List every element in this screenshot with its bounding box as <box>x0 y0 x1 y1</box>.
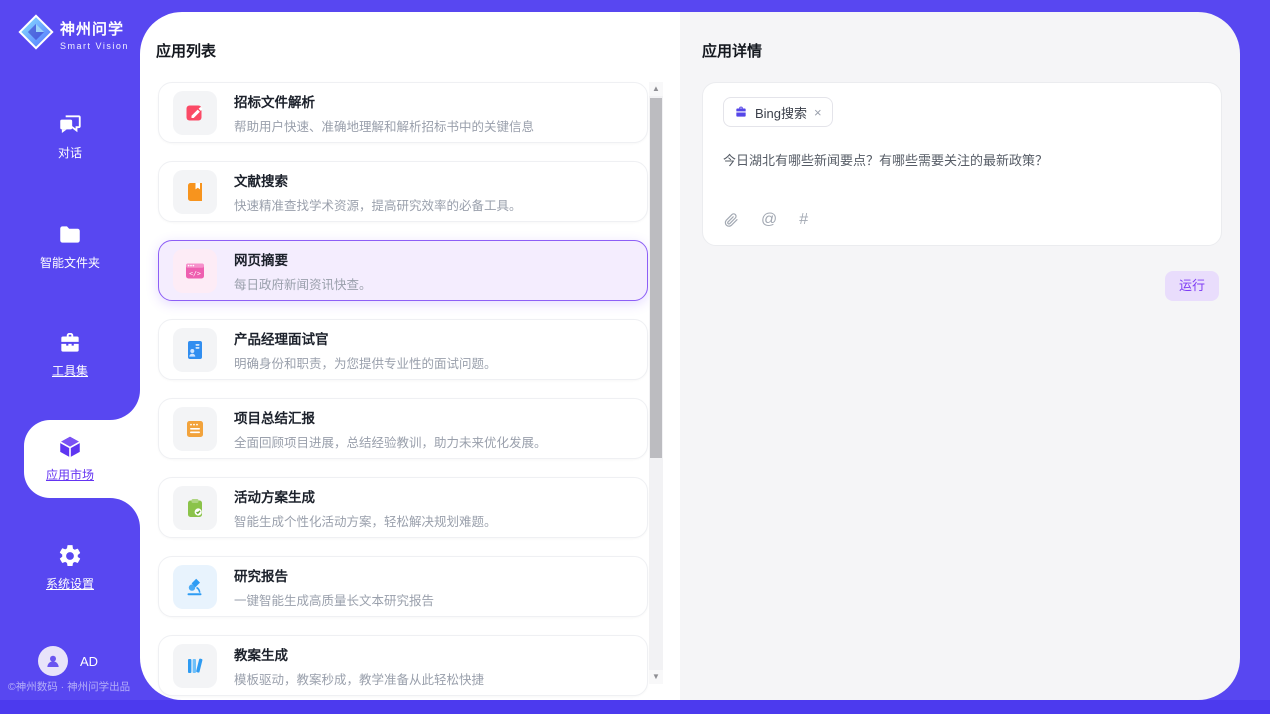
scrollbar-down-arrow[interactable]: ▼ <box>649 670 663 684</box>
query-text-input[interactable]: 今日湖北有哪些新闻要点？有哪些需要关注的最新政策？ <box>723 151 1201 171</box>
content-area: 应用列表 招标文件解析 帮助用户快速、准确地理解和解析招标书中的关键信息 <box>140 12 1240 700</box>
at-icon[interactable]: @ <box>761 211 777 229</box>
scrollbar[interactable]: ▲ ▼ <box>649 82 663 684</box>
app-card-literature-search[interactable]: 文献搜索 快速精准查找学术资源，提高研究效率的必备工具。 <box>158 161 648 222</box>
app-name: 文献搜索 <box>234 170 522 190</box>
resume-person-icon <box>173 328 217 372</box>
sidebar-item-label: 智能文件夹 <box>40 254 100 271</box>
app-desc: 帮助用户快速、准确地理解和解析招标书中的关键信息 <box>234 116 534 135</box>
app-detail-title: 应用详情 <box>702 40 762 61</box>
app-desc: 智能生成个性化活动方案，轻松解决规划难题。 <box>234 511 497 530</box>
sidebar-item-toolbox[interactable]: 工具集 <box>0 330 140 382</box>
app-card-event-plan[interactable]: 活动方案生成 智能生成个性化活动方案，轻松解决规划难题。 <box>158 477 648 538</box>
app-name: 项目总结汇报 <box>234 407 547 427</box>
brand-logo: 神州问学 Smart Vision <box>18 14 129 55</box>
microscope-icon <box>173 565 217 609</box>
tool-tag-label: Bing搜索 <box>755 103 807 122</box>
app-desc: 一键智能生成高质量长文本研究报告 <box>234 590 434 609</box>
sidebar-item-chat[interactable]: 对话 <box>0 112 140 164</box>
scrollbar-up-arrow[interactable]: ▲ <box>649 82 663 96</box>
app-card-lesson-plan[interactable]: 教案生成 模板驱动，教案秒成，教学准备从此轻松快捷 <box>158 635 648 696</box>
app-desc: 模板驱动，教案秒成，教学准备从此轻松快捷 <box>234 669 484 688</box>
app-desc: 快速精准查找学术资源，提高研究效率的必备工具。 <box>234 195 522 214</box>
sidebar-item-smart-folder[interactable]: 智能文件夹 <box>0 222 140 274</box>
sidebar: 神州问学 Smart Vision 对话 智能文件夹 工具集 应用市场 <box>0 0 140 714</box>
app-list-panel: 应用列表 招标文件解析 帮助用户快速、准确地理解和解析招标书中的关键信息 <box>140 12 680 700</box>
bubble-notch-top <box>110 390 140 420</box>
bubble-notch-bottom <box>110 498 140 528</box>
briefcase-icon <box>734 105 748 119</box>
cube-icon <box>57 434 83 460</box>
app-desc: 每日政府新闻资讯快查。 <box>234 274 372 293</box>
sidebar-item-settings[interactable]: 系统设置 <box>0 543 140 595</box>
sidebar-item-label: 系统设置 <box>46 575 94 592</box>
app-name: 研究报告 <box>234 565 434 585</box>
browser-code-icon: </> <box>173 249 217 293</box>
avatar <box>38 646 68 676</box>
paperclip-icon[interactable] <box>723 212 739 228</box>
app-name: 活动方案生成 <box>234 486 497 506</box>
app-name: 招标文件解析 <box>234 91 534 111</box>
app-list-title: 应用列表 <box>156 40 216 61</box>
app-card-list: 招标文件解析 帮助用户快速、准确地理解和解析招标书中的关键信息 文献搜索 快速精… <box>158 82 648 696</box>
composer-toolbar: @ # <box>723 211 808 229</box>
app-card-bid-document-analysis[interactable]: 招标文件解析 帮助用户快速、准确地理解和解析招标书中的关键信息 <box>158 82 648 143</box>
app-card-web-summary[interactable]: </> 网页摘要 每日政府新闻资讯快查。 <box>158 240 648 301</box>
chat-icon <box>57 112 83 138</box>
brand-name: 神州问学 <box>60 18 129 39</box>
folder-icon <box>57 222 83 248</box>
app-card-project-summary[interactable]: 项目总结汇报 全面回顾项目进展，总结经验教训，助力未来优化发展。 <box>158 398 648 459</box>
app-card-pm-interviewer[interactable]: 产品经理面试官 明确身份和职责，为您提供专业性的面试问题。 <box>158 319 648 380</box>
user-name: AD <box>80 654 98 669</box>
tool-tag-bing-search[interactable]: Bing搜索 × <box>723 97 833 127</box>
copyright-footer: ©神州数码 · 神州问学出品 <box>8 679 140 694</box>
app-desc: 全面回顾项目进展，总结经验教训，助力未来优化发展。 <box>234 432 547 451</box>
app-card-research-report[interactable]: 研究报告 一键智能生成高质量长文本研究报告 <box>158 556 648 617</box>
app-name: 产品经理面试官 <box>234 328 497 348</box>
bottom-frame-strip <box>0 700 1270 714</box>
hash-icon[interactable]: # <box>799 211 808 229</box>
app-detail-panel: 应用详情 Bing搜索 × 今日湖北有哪些新闻要点？有哪些需要关注的最新政策？ … <box>680 12 1240 700</box>
clipboard-check-icon <box>173 486 217 530</box>
brand-subtitle: Smart Vision <box>60 41 129 51</box>
app-name: 网页摘要 <box>234 249 372 269</box>
book-icon <box>173 170 217 214</box>
run-button[interactable]: 运行 <box>1165 271 1219 301</box>
user-account[interactable]: AD <box>38 646 98 676</box>
svg-text:</>: </> <box>189 269 201 277</box>
tag-close-icon[interactable]: × <box>814 106 822 119</box>
toolbox-icon <box>57 330 83 356</box>
books-icon <box>173 644 217 688</box>
pen-square-icon <box>173 91 217 135</box>
scrollbar-thumb[interactable] <box>650 98 662 458</box>
sidebar-item-app-market[interactable]: 应用市场 <box>0 434 140 486</box>
sidebar-item-label: 对话 <box>58 144 82 161</box>
app-desc: 明确身份和职责，为您提供专业性的面试问题。 <box>234 353 497 372</box>
gear-icon <box>57 543 83 569</box>
query-composer[interactable]: Bing搜索 × 今日湖北有哪些新闻要点？有哪些需要关注的最新政策？ @ # <box>702 82 1222 246</box>
note-icon <box>173 407 217 451</box>
sidebar-item-label: 工具集 <box>52 362 88 379</box>
app-name: 教案生成 <box>234 644 484 664</box>
sidebar-item-label: 应用市场 <box>46 466 94 483</box>
user-icon <box>44 652 62 670</box>
brand-diamond-icon <box>18 14 54 55</box>
